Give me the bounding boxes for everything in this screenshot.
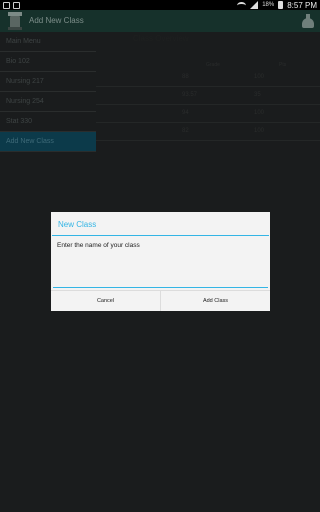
status-bar: 18% 8:57 PM <box>0 0 320 10</box>
points-header: Pts <box>279 62 287 68</box>
battery-percent: 18% <box>262 2 275 8</box>
flask-icon[interactable] <box>302 14 314 28</box>
table-row: 93.57 35 <box>96 87 320 105</box>
points-cell: 100 <box>254 128 265 134</box>
class-name-input[interactable] <box>53 238 268 288</box>
cancel-button[interactable]: Cancel <box>51 291 160 311</box>
navigation-drawer: Main Menu Bio 102 Nursing 217 Nursing 25… <box>0 32 96 152</box>
dialog-buttons: Cancel Add Class <box>51 290 270 311</box>
sidebar-item-stat-330[interactable]: Stat 330 <box>0 112 96 132</box>
mortarboard-stack-icon[interactable] <box>8 12 22 30</box>
grade-cell: 93.57 <box>182 92 198 98</box>
add-class-button[interactable]: Add Class <box>160 291 270 311</box>
notification-icons <box>3 1 20 9</box>
grade-header: Grade <box>206 62 220 68</box>
signal-icon <box>250 1 259 9</box>
overview-title: Class Overview <box>133 34 189 43</box>
battery-icon <box>278 1 284 9</box>
dialog-title: New Class <box>58 220 97 229</box>
table-row: 94 100 <box>96 105 320 123</box>
dialog-title-divider <box>52 235 269 236</box>
status-indicators: 18% 8:57 PM <box>237 0 317 10</box>
notification-app-icon <box>3 1 10 9</box>
grade-cell: 94 <box>182 110 189 116</box>
points-cell: 100 <box>254 74 265 80</box>
points-cell: 100 <box>254 110 265 116</box>
sidebar-item-add-new-class[interactable]: Add New Class <box>0 132 96 152</box>
page-title: Add New Class <box>29 16 84 25</box>
table-row: 82 100 <box>96 123 320 141</box>
sidebar-item-nursing-254[interactable]: Nursing 254 <box>0 92 96 112</box>
sidebar-item-bio-102[interactable]: Bio 102 <box>0 52 96 72</box>
new-class-dialog: New Class Cancel Add Class <box>51 212 270 311</box>
table-row: 88 100 <box>96 69 320 87</box>
wifi-icon <box>237 1 247 9</box>
grade-cell: 88 <box>182 74 189 80</box>
grade-cell: 82 <box>182 128 189 134</box>
sidebar-item-nursing-217[interactable]: Nursing 217 <box>0 72 96 92</box>
action-bar: Add New Class <box>0 10 320 32</box>
sidebar-item-main-menu[interactable]: Main Menu <box>0 32 96 52</box>
notification-image-icon <box>13 1 20 9</box>
points-cell: 35 <box>254 92 261 98</box>
clock: 8:57 PM <box>287 0 317 10</box>
